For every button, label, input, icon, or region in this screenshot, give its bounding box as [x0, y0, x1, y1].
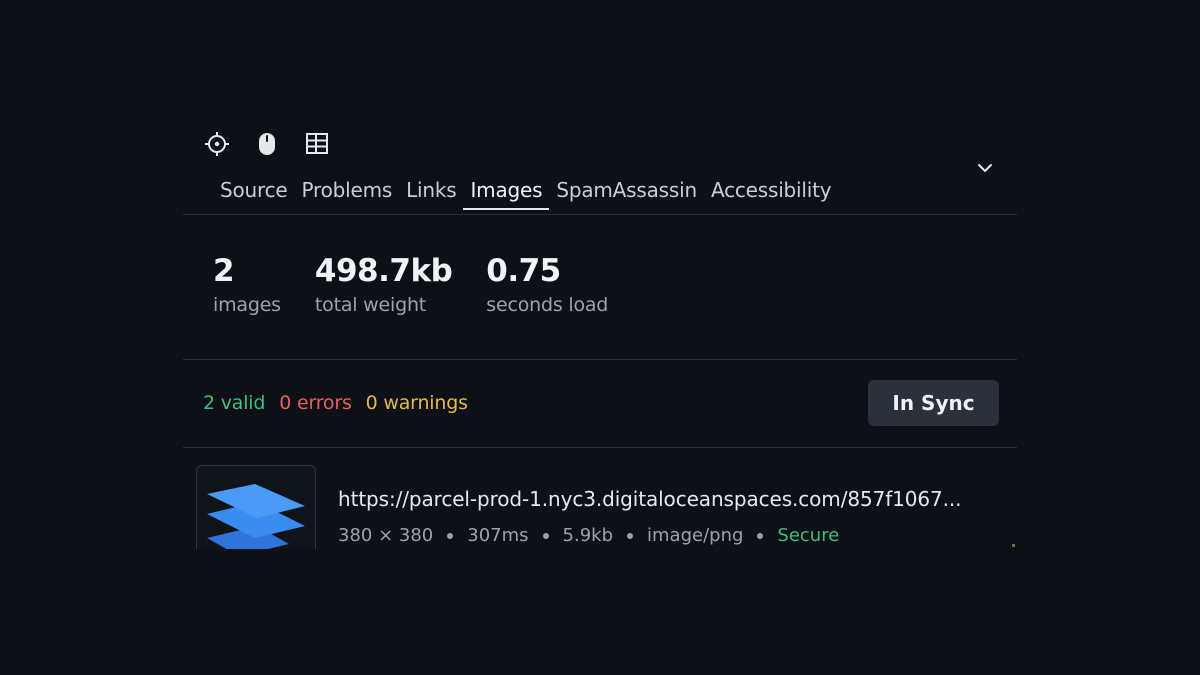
- tab-images[interactable]: Images: [463, 174, 550, 210]
- stat-images-label: images: [213, 294, 281, 316]
- image-dimensions: 380 × 380: [338, 525, 434, 546]
- tab-accessibility[interactable]: Accessibility: [704, 174, 838, 210]
- stat-load-label: seconds load: [486, 294, 609, 316]
- stat-images: 2 images: [213, 252, 281, 316]
- summary-divider: [183, 447, 1017, 448]
- stat-weight-label: total weight: [314, 294, 427, 316]
- image-thumbnail: [196, 465, 316, 549]
- image-load-time: 307ms: [467, 525, 529, 546]
- stat-weight-value: 498.7kb: [314, 253, 453, 289]
- in-sync-button[interactable]: In Sync: [868, 380, 999, 426]
- validation-summary: 2 valid 0 errors 0 warnings: [203, 392, 468, 414]
- separator-dot: [447, 532, 454, 539]
- tab-bar: Source Problems Links Images SpamAssassi…: [213, 174, 838, 214]
- stat-images-value: 2: [213, 253, 235, 289]
- valid-count: 2 valid: [203, 392, 266, 414]
- image-size: 5.9kb: [562, 525, 614, 546]
- tab-spamassassin[interactable]: SpamAssassin: [549, 174, 704, 210]
- mouse-icon: [259, 133, 275, 155]
- image-type: image/png: [647, 525, 744, 546]
- tab-source[interactable]: Source: [213, 174, 295, 210]
- stats: 2 images 498.7kb total weight 0.75 secon…: [213, 252, 642, 316]
- chevron-down-icon: [978, 164, 992, 172]
- crosshair-icon: [205, 132, 229, 156]
- resize-handle[interactable]: [1012, 544, 1015, 547]
- collapse-toggle[interactable]: [973, 156, 997, 180]
- separator-dot: [627, 532, 634, 539]
- stats-divider: [183, 359, 1017, 360]
- crosshair-button[interactable]: [203, 130, 231, 158]
- toolbar: [203, 130, 331, 158]
- image-url[interactable]: https://parcel-prod-1.nyc3.digitaloceans…: [338, 487, 1006, 511]
- image-security-status: Secure: [777, 525, 840, 546]
- image-meta: 380 × 380 307ms 5.9kb image/png Secure: [338, 525, 839, 546]
- images-panel: Source Problems Links Images SpamAssassi…: [183, 118, 1017, 549]
- separator-dot: [542, 532, 549, 539]
- mouse-button[interactable]: [253, 130, 281, 158]
- separator-dot: [757, 532, 764, 539]
- tab-divider: [183, 214, 1017, 215]
- stat-weight: 498.7kb total weight: [314, 252, 453, 316]
- tab-links[interactable]: Links: [399, 174, 463, 210]
- layers-icon: [207, 484, 305, 549]
- table-button[interactable]: [303, 130, 331, 158]
- warning-count: 0 warnings: [365, 392, 468, 414]
- error-count: 0 errors: [279, 392, 352, 414]
- stat-load-value: 0.75: [486, 253, 561, 289]
- tab-problems[interactable]: Problems: [295, 174, 400, 210]
- stat-load: 0.75 seconds load: [486, 252, 608, 316]
- image-list-item[interactable]: https://parcel-prod-1.nyc3.digitaloceans…: [196, 465, 1017, 549]
- table-icon: [306, 133, 328, 154]
